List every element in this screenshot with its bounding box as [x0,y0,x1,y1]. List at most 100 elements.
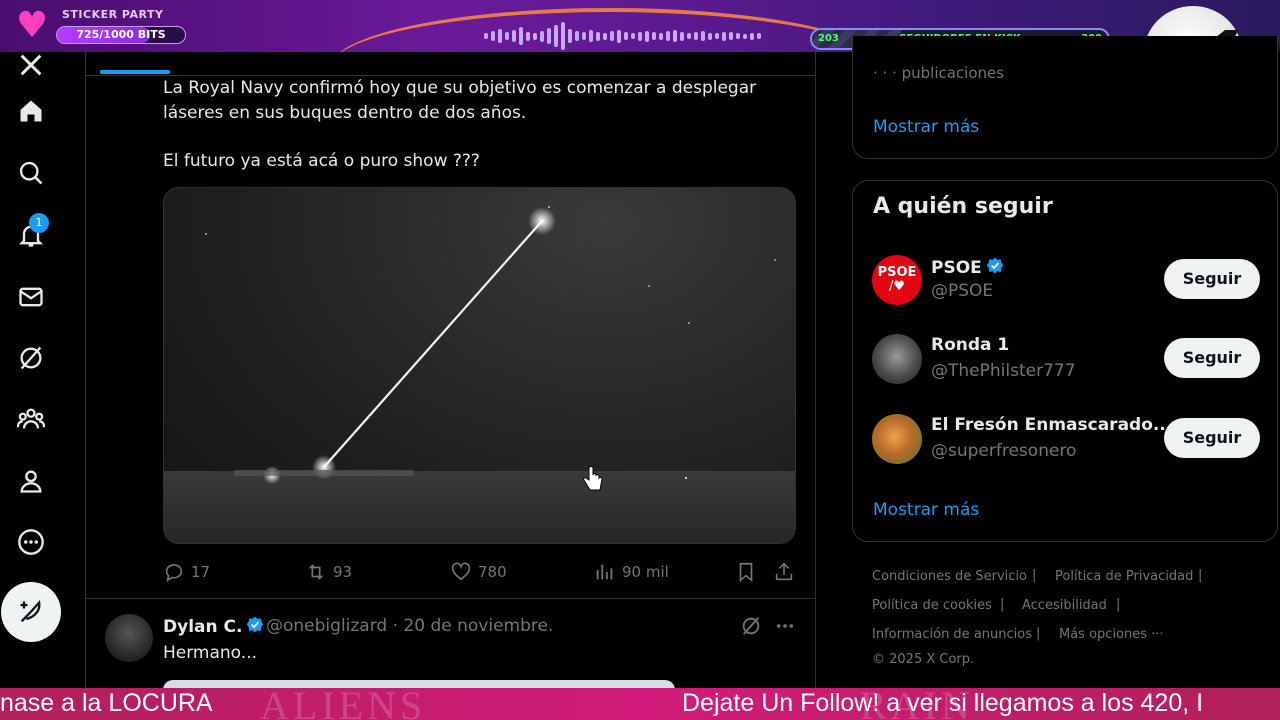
home-icon[interactable] [10,90,52,132]
grok-icon[interactable] [10,337,52,379]
visualizer-bar [652,32,656,40]
stream-ticker: ALIENS RAIN nase a la LOCURA Dejate Un F… [0,688,1280,720]
visualizer-bar [624,32,628,40]
more-options-icon[interactable] [774,617,796,635]
follow-button[interactable]: Seguir [1164,338,1260,378]
profile-icon[interactable] [10,460,52,502]
visualizer-bar [603,32,607,40]
visualizer-bar [582,32,586,40]
follow-button[interactable]: Seguir [1164,418,1260,458]
visualizer-bar [533,32,537,40]
post-video[interactable] [163,187,796,544]
compose-feather-icon [20,600,41,623]
more-icon[interactable] [10,521,52,563]
footer-terms-link[interactable]: Condiciones de Servicio [872,569,1027,584]
heart-icon [451,562,471,581]
visualizer-bar [554,25,558,47]
footer-separator: | [1032,568,1037,583]
visualizer-bar [729,32,733,40]
bookmark-button[interactable] [735,560,757,584]
post-compose-button[interactable] [1,582,61,642]
like-count: 780 [478,563,507,581]
visualizer-bar [498,29,502,43]
visualizer-bar [645,30,649,42]
sticker-party-widget: ♥ STICKER PARTY 725/1000 BITS [10,5,186,46]
visualizer-bar [547,28,551,44]
sticker-progress-bar: 725/1000 BITS [56,26,186,44]
footer-more-options-link[interactable]: Más opciones ··· [1059,627,1164,642]
communities-icon[interactable] [10,398,52,440]
visualizer-bar [617,29,621,43]
views-button[interactable]: 90 mil [594,560,669,584]
visualizer-bar [596,31,600,41]
grok-icon[interactable] [740,615,762,637]
visualizer-bar [575,31,579,41]
visualizer-bar [540,30,544,42]
suggestion-handle[interactable]: @PSOE [931,281,993,301]
analytics-icon [596,564,613,580]
share-button[interactable] [773,560,795,584]
views-count: 90 mil [622,563,669,581]
visualizer-bar [526,31,530,41]
verified-badge-icon [247,616,264,633]
visualizer-bar [687,33,691,39]
visualizer-bar [589,30,593,42]
reply-author-name-text: Dylan C. [163,617,243,637]
trends-card: · · · publicaciones [852,36,1278,159]
suggestion-name[interactable]: El Fresón Enmascarado... [931,415,1172,435]
visualizer-bar [680,31,684,41]
footer-privacy-link[interactable]: Política de Privacidad [1055,569,1193,584]
footer-separator: | [1000,597,1005,612]
visualizer-bar [638,31,642,41]
heart-icon: ♥ [15,5,49,46]
avatar[interactable]: PSOE /♥ [872,255,922,305]
reply-author-name[interactable]: Dylan C. [163,615,265,637]
suggestion-name[interactable]: PSOE [931,256,1005,278]
avatar[interactable] [105,614,153,662]
ticker-text-left: nase a la LOCURA [0,689,213,717]
repost-button[interactable]: 93 [305,560,352,584]
avatar[interactable] [872,334,922,384]
reply-date[interactable]: · 20 de noviembre. [393,616,554,636]
visualizer-bar [484,33,488,39]
repost-icon [308,564,324,580]
visualizer-bar [736,33,740,39]
suggestion-handle[interactable]: @ThePhilster777 [931,361,1076,381]
visualizer-bar [673,30,677,42]
reply-author-handle[interactable]: @onebiglizard [266,616,387,636]
reply-icon [165,564,183,582]
visualizer-bar [610,31,614,41]
visualizer-bar [701,31,705,41]
avatar[interactable] [872,414,922,464]
messages-icon[interactable] [10,276,52,318]
post-text-line-3: El futuro ya está acá o puro show ??? [163,151,480,171]
footer-separator: | [1198,568,1203,583]
psoe-logo-text: PSOE [877,265,917,280]
footer-ads-info-link[interactable]: Información de anuncios [872,627,1032,642]
follow-button[interactable]: Seguir [1164,259,1260,299]
who-to-follow-title: A quién seguir [873,194,1053,219]
ticker-watermark: ALIENS [260,688,427,720]
footer-accessibility-link[interactable]: Accesibilidad [1022,598,1107,613]
like-button[interactable]: 780 [450,560,507,584]
visualizer-bar [708,32,712,40]
visualizer-bar [743,33,747,39]
active-tab-indicator [100,70,170,74]
visualizer-bar [757,33,761,39]
footer-cookies-link[interactable]: Política de cookies [872,598,992,613]
visualizer-bar [519,27,523,45]
footer-copyright: © 2025 X Corp. [872,652,975,667]
suggestion-name[interactable]: Ronda 1 [931,335,1009,355]
post-text-line-1: La Royal Navy confirmó hoy que su objeti… [163,78,757,98]
sticker-progress-text: 725/1000 BITS [76,28,166,41]
search-icon[interactable] [10,152,52,194]
visualizer-bar [666,31,670,41]
visualizer-bar [512,30,516,42]
show-more-trends-link[interactable]: Mostrar más [873,117,979,137]
show-more-suggestions-link[interactable]: Mostrar más [873,500,979,520]
visualizer-bar [722,31,726,41]
suggestion-handle[interactable]: @superfresonero [931,441,1076,461]
reply-button[interactable]: 17 [163,560,210,584]
rose-heart-icon: /♥ [888,279,906,294]
x-logo-icon[interactable] [10,44,52,86]
